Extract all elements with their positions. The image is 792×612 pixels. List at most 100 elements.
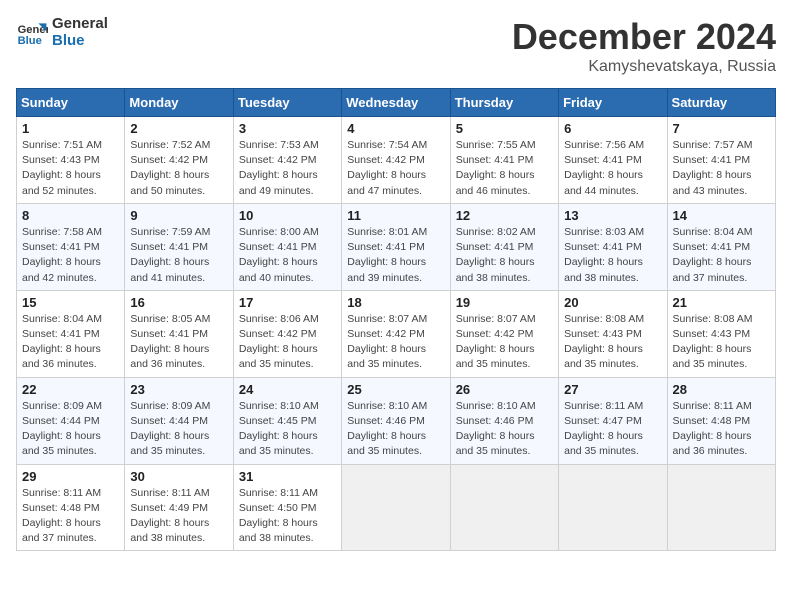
weekday-header-saturday: Saturday (667, 89, 775, 117)
day-info: Sunrise: 8:07 AMSunset: 4:42 PMDaylight:… (347, 312, 444, 373)
day-cell: 15 Sunrise: 8:04 AMSunset: 4:41 PMDaylig… (17, 290, 125, 377)
day-info: Sunrise: 8:08 AMSunset: 4:43 PMDaylight:… (564, 312, 661, 373)
day-info: Sunrise: 8:11 AMSunset: 4:50 PMDaylight:… (239, 486, 336, 547)
day-cell: 1 Sunrise: 7:51 AMSunset: 4:43 PMDayligh… (17, 117, 125, 204)
day-number: 18 (347, 295, 444, 310)
weekday-header-sunday: Sunday (17, 89, 125, 117)
day-number: 8 (22, 208, 119, 223)
day-cell: 24 Sunrise: 8:10 AMSunset: 4:45 PMDaylig… (233, 377, 341, 464)
month-title: December 2024 (512, 16, 776, 58)
day-number: 27 (564, 382, 661, 397)
day-info: Sunrise: 7:54 AMSunset: 4:42 PMDaylight:… (347, 138, 444, 199)
day-info: Sunrise: 8:10 AMSunset: 4:46 PMDaylight:… (347, 399, 444, 460)
day-cell: 31 Sunrise: 8:11 AMSunset: 4:50 PMDaylig… (233, 464, 341, 551)
day-info: Sunrise: 8:08 AMSunset: 4:43 PMDaylight:… (673, 312, 770, 373)
day-cell: 14 Sunrise: 8:04 AMSunset: 4:41 PMDaylig… (667, 203, 775, 290)
day-info: Sunrise: 8:11 AMSunset: 4:48 PMDaylight:… (673, 399, 770, 460)
day-info: Sunrise: 8:00 AMSunset: 4:41 PMDaylight:… (239, 225, 336, 286)
day-info: Sunrise: 7:56 AMSunset: 4:41 PMDaylight:… (564, 138, 661, 199)
day-number: 10 (239, 208, 336, 223)
day-number: 26 (456, 382, 553, 397)
day-info: Sunrise: 8:04 AMSunset: 4:41 PMDaylight:… (22, 312, 119, 373)
day-cell: 22 Sunrise: 8:09 AMSunset: 4:44 PMDaylig… (17, 377, 125, 464)
day-cell: 26 Sunrise: 8:10 AMSunset: 4:46 PMDaylig… (450, 377, 558, 464)
day-info: Sunrise: 8:02 AMSunset: 4:41 PMDaylight:… (456, 225, 553, 286)
day-cell: 2 Sunrise: 7:52 AMSunset: 4:42 PMDayligh… (125, 117, 233, 204)
day-cell: 27 Sunrise: 8:11 AMSunset: 4:47 PMDaylig… (559, 377, 667, 464)
day-cell (342, 464, 450, 551)
weekday-header-monday: Monday (125, 89, 233, 117)
week-row-5: 29 Sunrise: 8:11 AMSunset: 4:48 PMDaylig… (17, 464, 776, 551)
day-info: Sunrise: 8:03 AMSunset: 4:41 PMDaylight:… (564, 225, 661, 286)
weekday-header-friday: Friday (559, 89, 667, 117)
day-number: 22 (22, 382, 119, 397)
day-number: 17 (239, 295, 336, 310)
day-info: Sunrise: 8:10 AMSunset: 4:46 PMDaylight:… (456, 399, 553, 460)
day-number: 30 (130, 469, 227, 484)
day-cell: 6 Sunrise: 7:56 AMSunset: 4:41 PMDayligh… (559, 117, 667, 204)
weekday-header-wednesday: Wednesday (342, 89, 450, 117)
location-title: Kamyshevatskaya, Russia (512, 58, 776, 76)
day-number: 25 (347, 382, 444, 397)
day-cell (667, 464, 775, 551)
day-info: Sunrise: 8:11 AMSunset: 4:49 PMDaylight:… (130, 486, 227, 547)
day-number: 9 (130, 208, 227, 223)
day-info: Sunrise: 8:05 AMSunset: 4:41 PMDaylight:… (130, 312, 227, 373)
day-info: Sunrise: 7:52 AMSunset: 4:42 PMDaylight:… (130, 138, 227, 199)
day-cell: 11 Sunrise: 8:01 AMSunset: 4:41 PMDaylig… (342, 203, 450, 290)
svg-text:Blue: Blue (18, 35, 42, 47)
day-cell: 17 Sunrise: 8:06 AMSunset: 4:42 PMDaylig… (233, 290, 341, 377)
day-cell (450, 464, 558, 551)
day-cell: 3 Sunrise: 7:53 AMSunset: 4:42 PMDayligh… (233, 117, 341, 204)
day-number: 14 (673, 208, 770, 223)
weekday-header-row: SundayMondayTuesdayWednesdayThursdayFrid… (17, 89, 776, 117)
day-number: 5 (456, 121, 553, 136)
day-cell (559, 464, 667, 551)
weekday-header-tuesday: Tuesday (233, 89, 341, 117)
calendar-table: SundayMondayTuesdayWednesdayThursdayFrid… (16, 88, 776, 551)
day-info: Sunrise: 8:10 AMSunset: 4:45 PMDaylight:… (239, 399, 336, 460)
day-info: Sunrise: 8:09 AMSunset: 4:44 PMDaylight:… (22, 399, 119, 460)
day-cell: 16 Sunrise: 8:05 AMSunset: 4:41 PMDaylig… (125, 290, 233, 377)
calendar-title-area: December 2024 Kamyshevatskaya, Russia (512, 16, 776, 76)
day-number: 6 (564, 121, 661, 136)
day-info: Sunrise: 7:55 AMSunset: 4:41 PMDaylight:… (456, 138, 553, 199)
day-cell: 20 Sunrise: 8:08 AMSunset: 4:43 PMDaylig… (559, 290, 667, 377)
day-info: Sunrise: 8:01 AMSunset: 4:41 PMDaylight:… (347, 225, 444, 286)
day-number: 12 (456, 208, 553, 223)
week-row-2: 8 Sunrise: 7:58 AMSunset: 4:41 PMDayligh… (17, 203, 776, 290)
day-info: Sunrise: 7:59 AMSunset: 4:41 PMDaylight:… (130, 225, 227, 286)
week-row-1: 1 Sunrise: 7:51 AMSunset: 4:43 PMDayligh… (17, 117, 776, 204)
day-cell: 10 Sunrise: 8:00 AMSunset: 4:41 PMDaylig… (233, 203, 341, 290)
day-number: 28 (673, 382, 770, 397)
day-info: Sunrise: 8:11 AMSunset: 4:48 PMDaylight:… (22, 486, 119, 547)
day-cell: 29 Sunrise: 8:11 AMSunset: 4:48 PMDaylig… (17, 464, 125, 551)
day-info: Sunrise: 8:07 AMSunset: 4:42 PMDaylight:… (456, 312, 553, 373)
day-number: 15 (22, 295, 119, 310)
day-number: 3 (239, 121, 336, 136)
day-cell: 28 Sunrise: 8:11 AMSunset: 4:48 PMDaylig… (667, 377, 775, 464)
day-number: 2 (130, 121, 227, 136)
day-cell: 18 Sunrise: 8:07 AMSunset: 4:42 PMDaylig… (342, 290, 450, 377)
day-info: Sunrise: 7:53 AMSunset: 4:42 PMDaylight:… (239, 138, 336, 199)
day-cell: 30 Sunrise: 8:11 AMSunset: 4:49 PMDaylig… (125, 464, 233, 551)
page-header: General Blue General Blue December 2024 … (16, 16, 776, 76)
day-cell: 23 Sunrise: 8:09 AMSunset: 4:44 PMDaylig… (125, 377, 233, 464)
day-number: 16 (130, 295, 227, 310)
day-cell: 13 Sunrise: 8:03 AMSunset: 4:41 PMDaylig… (559, 203, 667, 290)
day-number: 7 (673, 121, 770, 136)
day-cell: 21 Sunrise: 8:08 AMSunset: 4:43 PMDaylig… (667, 290, 775, 377)
logo-general: General (52, 16, 108, 33)
day-number: 21 (673, 295, 770, 310)
logo-blue: Blue (52, 33, 108, 50)
day-info: Sunrise: 8:06 AMSunset: 4:42 PMDaylight:… (239, 312, 336, 373)
logo-icon: General Blue (16, 17, 48, 49)
day-number: 1 (22, 121, 119, 136)
day-cell: 19 Sunrise: 8:07 AMSunset: 4:42 PMDaylig… (450, 290, 558, 377)
day-info: Sunrise: 8:04 AMSunset: 4:41 PMDaylight:… (673, 225, 770, 286)
day-cell: 9 Sunrise: 7:59 AMSunset: 4:41 PMDayligh… (125, 203, 233, 290)
day-info: Sunrise: 7:57 AMSunset: 4:41 PMDaylight:… (673, 138, 770, 199)
day-number: 24 (239, 382, 336, 397)
day-info: Sunrise: 8:11 AMSunset: 4:47 PMDaylight:… (564, 399, 661, 460)
day-cell: 8 Sunrise: 7:58 AMSunset: 4:41 PMDayligh… (17, 203, 125, 290)
